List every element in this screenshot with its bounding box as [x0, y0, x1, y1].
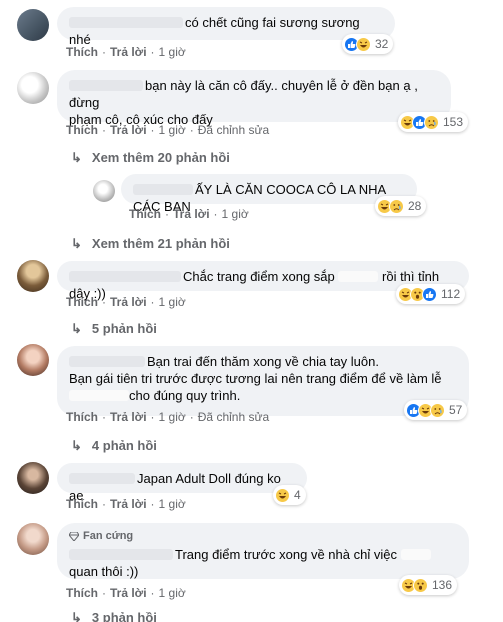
avatar[interactable]	[17, 523, 49, 555]
reply-button[interactable]: Trả lời	[110, 410, 147, 424]
fan-badge: Fan cứng	[69, 528, 457, 545]
haha-icon	[356, 36, 371, 52]
reply-button[interactable]: Trả lời	[110, 586, 147, 600]
reaction-count: 153	[443, 115, 464, 129]
view-more-replies[interactable]: ↳ 5 phản hồi	[71, 321, 157, 337]
reply-arrow-icon: ↳	[71, 321, 82, 336]
reactions-summary[interactable]: 28	[375, 196, 427, 216]
comment-text-a: Chắc trang điểm xong sắp	[183, 269, 335, 284]
comment-bubble: Fan cứng Trang điểm trước xong về nhà ch…	[57, 523, 469, 579]
reactions-summary[interactable]: 153	[398, 112, 469, 132]
reply-arrow-icon: ↳	[71, 610, 82, 622]
like-button[interactable]: Thích	[66, 123, 98, 137]
comment-text-line1: Bạn trai đến thăm xong về chia tay luôn.	[147, 354, 379, 369]
avatar[interactable]	[17, 9, 49, 41]
timestamp[interactable]: 1 giờ	[159, 497, 186, 511]
comment-bubble: Japan Adult Doll đúng ko ae	[57, 463, 307, 503]
reply-arrow-icon: ↳	[71, 150, 82, 165]
avatar[interactable]	[93, 180, 115, 202]
comment-text-line1: Trang điểm trước xong về nhà chỉ việc	[175, 547, 397, 562]
reply-button[interactable]: Trả lời	[110, 295, 147, 309]
sad-icon	[424, 114, 439, 130]
reaction-count: 136	[432, 578, 453, 592]
reaction-count: 112	[441, 287, 461, 301]
comment-bubble: có chết cũng fai sương sương nhé	[57, 7, 395, 47]
reactions-summary[interactable]: 4	[273, 485, 306, 505]
sad-icon	[389, 198, 404, 214]
like-button[interactable]: Thích	[129, 207, 161, 221]
avatar[interactable]	[17, 462, 49, 494]
reaction-count: 28	[408, 199, 422, 213]
sad-icon	[430, 402, 445, 418]
comment-actions: Thích · Trả lời · 1 giờ	[66, 45, 186, 59]
view-more-replies[interactable]: ↳ Xem thêm 20 phản hồi	[71, 150, 230, 166]
like-button[interactable]: Thích	[66, 586, 98, 600]
comment-actions: Thích · Trả lời · 1 giờ	[66, 295, 186, 309]
reply-button[interactable]: Trả lời	[110, 123, 147, 137]
reply-button[interactable]: Trả lời	[110, 45, 147, 59]
view-more-replies[interactable]: ↳ 4 phản hồi	[71, 438, 157, 454]
like-button[interactable]: Thích	[66, 45, 98, 59]
comment-bubble: bạn này là căn cô đấy.. chuyên lễ ở đền …	[57, 70, 451, 127]
avatar[interactable]	[17, 344, 49, 376]
timestamp[interactable]: 1 giờ	[159, 586, 186, 600]
comment-text-line3: cho đúng quy trình.	[129, 388, 241, 403]
diamond-icon	[69, 532, 79, 541]
reaction-count: 4	[294, 488, 301, 502]
haha-icon	[275, 487, 290, 503]
reply-arrow-icon: ↳	[71, 438, 82, 453]
like-button[interactable]: Thích	[66, 410, 98, 424]
view-more-replies[interactable]: ↳ 3 phản hồi	[71, 610, 157, 622]
comment-text-line2: Bạn gái tiên tri trước được tương lai nê…	[69, 371, 442, 386]
edited-label: Đã chỉnh sửa	[197, 123, 270, 137]
timestamp[interactable]: 1 giờ	[159, 123, 186, 137]
comment-actions: Thích · Trả lời · 1 giờ · Đã chỉnh sửa	[66, 123, 270, 137]
timestamp[interactable]: 1 giờ	[159, 45, 186, 59]
like-icon	[422, 286, 437, 302]
like-button[interactable]: Thích	[66, 497, 98, 511]
reaction-count: 32	[375, 37, 389, 51]
like-button[interactable]: Thích	[66, 295, 98, 309]
reaction-count: 57	[449, 403, 463, 417]
comment-actions: Thích · Trả lời · 1 giờ	[66, 497, 186, 511]
edited-label: Đã chỉnh sửa	[197, 410, 270, 424]
reply-button[interactable]: Trả lời	[110, 497, 147, 511]
wow-icon	[413, 577, 428, 593]
avatar[interactable]	[17, 260, 49, 292]
comment-actions: Thích · Trả lời · 1 giờ	[66, 586, 186, 600]
timestamp[interactable]: 1 giờ	[159, 295, 186, 309]
comment-actions: Thích · Trả lời · 1 giờ · Đã chỉnh sửa	[66, 410, 270, 424]
reactions-summary[interactable]: 57	[404, 400, 468, 420]
reply-button[interactable]: Trả lời	[173, 207, 210, 221]
comment-bubble: ẤY LÀ CĂN COOCA CÔ LA NHA CÁC BẠN	[121, 174, 417, 214]
reactions-summary[interactable]: 136	[399, 575, 458, 595]
timestamp[interactable]: 1 giờ	[159, 410, 186, 424]
timestamp[interactable]: 1 giờ	[222, 207, 249, 221]
comment-actions: Thích · Trả lời · 1 giờ	[129, 207, 249, 221]
reactions-summary[interactable]: 32	[342, 34, 394, 54]
comment-text-line2: quan thôi :))	[69, 564, 139, 579]
view-more-replies[interactable]: ↳ Xem thêm 21 phản hồi	[71, 236, 230, 252]
reactions-summary[interactable]: 112	[396, 284, 466, 304]
avatar[interactable]	[17, 72, 49, 104]
reply-arrow-icon: ↳	[71, 236, 82, 251]
